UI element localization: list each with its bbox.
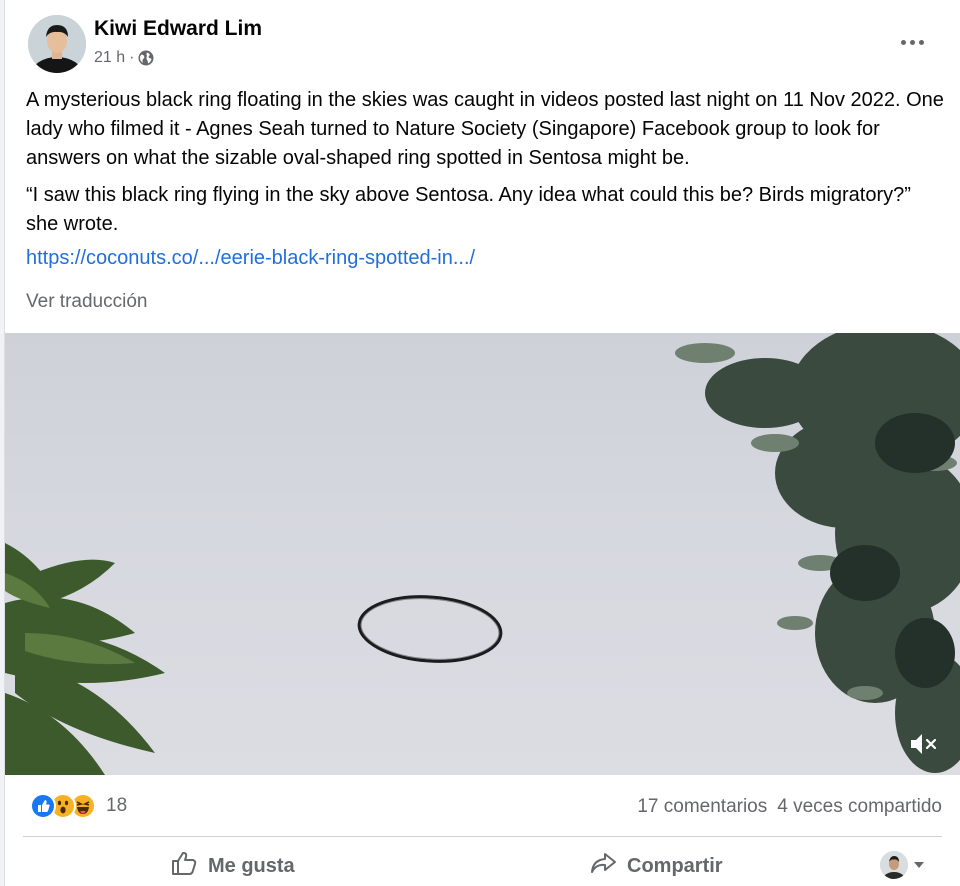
post-paragraph-2: “I saw this black ring flying in the sky… (26, 184, 911, 235)
meta-separator: · (129, 49, 135, 66)
globe-icon[interactable] (138, 50, 154, 66)
muted-speaker-icon[interactable] (909, 731, 939, 757)
like-button[interactable]: Me gusta (170, 848, 295, 884)
post-time[interactable]: 21 h (94, 49, 125, 67)
shares-count[interactable]: 4 veces compartido (777, 796, 942, 818)
chevron-down-icon (914, 862, 924, 868)
comments-count[interactable]: 17 comentarios (637, 796, 767, 818)
avatar (880, 851, 908, 879)
thumbs-up-icon (170, 850, 198, 882)
author-name[interactable]: Kiwi Edward Lim (94, 17, 262, 41)
share-arrow-icon (589, 851, 617, 881)
post-text: A mysterious black ring floating in the … (26, 86, 946, 247)
video-player[interactable] (5, 333, 960, 775)
profile-selector[interactable] (880, 851, 924, 879)
reactions-summary[interactable]: 18 (30, 793, 127, 819)
post-link[interactable]: https://coconuts.co/.../eerie-black-ring… (26, 247, 475, 270)
post-stats: 17 comentarios 4 veces compartido (637, 796, 942, 818)
post-meta: 21 h · (94, 49, 154, 67)
video-frame (5, 333, 960, 775)
post-card: Kiwi Edward Lim 21 h · A mysterious blac… (4, 0, 960, 886)
avatar[interactable] (28, 15, 86, 73)
more-options-icon[interactable] (894, 28, 930, 56)
like-button-label: Me gusta (208, 854, 295, 877)
actions-divider (23, 836, 942, 837)
like-reaction-icon (30, 793, 56, 819)
share-button-label: Compartir (627, 854, 723, 877)
share-button[interactable]: Compartir (589, 848, 723, 884)
post-paragraph-1: A mysterious black ring floating in the … (26, 89, 944, 169)
see-translation-link[interactable]: Ver traducción (26, 291, 147, 313)
reaction-count: 18 (106, 795, 128, 816)
